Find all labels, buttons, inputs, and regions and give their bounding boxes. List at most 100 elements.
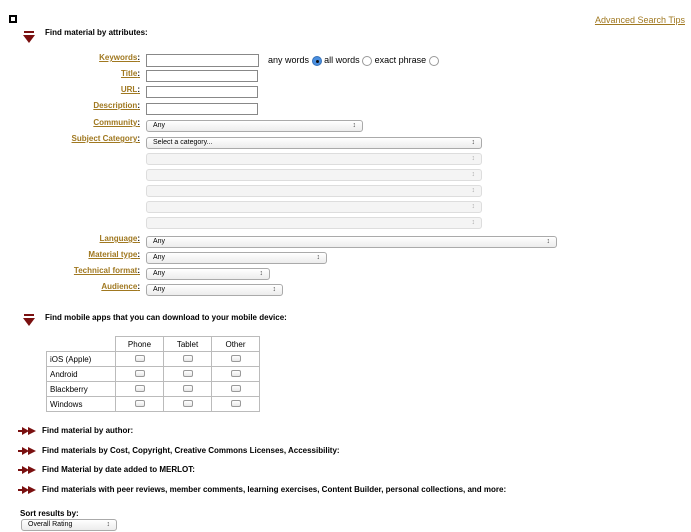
all-words-radio[interactable] bbox=[362, 55, 373, 66]
language-label: Language: bbox=[100, 234, 140, 243]
subcategory-select-1: ↕ bbox=[146, 153, 482, 165]
red-arrow-right-icon bbox=[18, 426, 36, 435]
ios-phone-checkbox[interactable] bbox=[134, 354, 145, 362]
subject-category-label-text[interactable]: Subject Category bbox=[72, 134, 138, 143]
top-checkbox[interactable] bbox=[9, 15, 17, 23]
community-label-text[interactable]: Community bbox=[93, 118, 137, 127]
keywords-label-text[interactable]: Keywords bbox=[99, 53, 137, 62]
colon: : bbox=[137, 134, 140, 143]
row-header: Windows bbox=[46, 396, 116, 412]
peer-review-section-title: Find materials with peer reviews, member… bbox=[42, 485, 507, 495]
select-arrows-icon: ↕ bbox=[316, 254, 321, 261]
blackberry-phone-checkbox[interactable] bbox=[134, 384, 145, 392]
select-arrows-icon: ↕ bbox=[106, 521, 111, 528]
url-label-text[interactable]: URL bbox=[121, 85, 137, 94]
author-section-title: Find material by author: bbox=[42, 426, 134, 436]
android-phone-checkbox[interactable] bbox=[134, 369, 145, 377]
select-arrows-icon: ↕ bbox=[272, 286, 277, 293]
sort-value: Overall Rating bbox=[28, 521, 73, 528]
subcategory-select-3: ↕ bbox=[146, 185, 482, 197]
description-label: Description: bbox=[93, 101, 140, 110]
keyword-mode-group: any words all words exact phrase bbox=[268, 55, 439, 66]
windows-phone-checkbox[interactable] bbox=[134, 399, 145, 407]
exact-phrase-label: exact phrase bbox=[374, 55, 427, 65]
subject-category-label: Subject Category: bbox=[72, 134, 140, 143]
language-label-text[interactable]: Language bbox=[100, 234, 138, 243]
audience-label-text[interactable]: Audience bbox=[101, 282, 137, 291]
any-words-radio[interactable] bbox=[311, 55, 322, 66]
colon: : bbox=[137, 250, 140, 259]
author-section-toggle[interactable]: Find material by author: bbox=[18, 425, 133, 435]
sort-select[interactable]: Overall Rating ↕ bbox=[21, 519, 117, 531]
audience-value: Any bbox=[153, 286, 166, 293]
blackberry-other-checkbox[interactable] bbox=[230, 384, 241, 392]
column-header: Tablet bbox=[163, 336, 212, 352]
android-other-checkbox[interactable] bbox=[230, 369, 241, 377]
description-input[interactable] bbox=[146, 103, 258, 115]
title-label: Title: bbox=[121, 69, 140, 78]
community-select[interactable]: Any ↕ bbox=[146, 120, 363, 132]
subject-category-select[interactable]: Select a category... ↕ bbox=[146, 137, 482, 149]
description-label-text[interactable]: Description bbox=[93, 101, 137, 110]
exact-phrase-radio[interactable] bbox=[428, 55, 439, 66]
subject-category-value: Select a category... bbox=[153, 139, 213, 146]
colon: : bbox=[137, 69, 140, 78]
attributes-section-title[interactable]: Find material by attributes: bbox=[45, 28, 148, 37]
blackberry-tablet-checkbox[interactable] bbox=[182, 384, 193, 392]
technical-format-label-text[interactable]: Technical format bbox=[74, 266, 137, 275]
any-words-label: any words bbox=[268, 55, 310, 65]
material-type-label-text[interactable]: Material type bbox=[88, 250, 137, 259]
language-value: Any bbox=[153, 238, 166, 245]
ios-other-checkbox[interactable] bbox=[230, 354, 241, 362]
ios-tablet-checkbox[interactable] bbox=[182, 354, 193, 362]
select-arrows-icon: ↕ bbox=[352, 122, 357, 129]
colon: : bbox=[137, 118, 140, 127]
community-value: Any bbox=[153, 122, 166, 129]
date-section-toggle[interactable]: Find Material by date added to MERLOT: bbox=[18, 464, 195, 474]
audience-label: Audience: bbox=[101, 282, 140, 291]
keywords-input[interactable] bbox=[146, 54, 259, 67]
select-arrows-icon: ↕ bbox=[259, 270, 264, 277]
technical-format-label: Technical format: bbox=[74, 266, 140, 275]
cost-section-toggle[interactable]: Find materials by Cost, Copyright, Creat… bbox=[18, 445, 340, 455]
title-input[interactable] bbox=[146, 70, 258, 82]
table-row: Windows bbox=[46, 396, 260, 412]
table-row: Blackberry bbox=[46, 381, 260, 397]
title-label-text[interactable]: Title bbox=[121, 69, 137, 78]
colon: : bbox=[137, 85, 140, 94]
windows-tablet-checkbox[interactable] bbox=[182, 399, 193, 407]
row-header: Blackberry bbox=[46, 381, 116, 397]
technical-format-select[interactable]: Any ↕ bbox=[146, 268, 270, 280]
select-arrows-icon: ↕ bbox=[471, 203, 476, 210]
mobile-section-title[interactable]: Find mobile apps that you can download t… bbox=[45, 313, 287, 322]
windows-other-checkbox[interactable] bbox=[230, 399, 241, 407]
table-row: iOS (Apple) bbox=[46, 351, 260, 367]
date-section-title: Find Material by date added to MERLOT: bbox=[42, 465, 195, 475]
mobile-apps-table: Phone Tablet Other iOS (Apple) Android B… bbox=[46, 336, 260, 412]
peer-review-section-toggle[interactable]: Find materials with peer reviews, member… bbox=[18, 484, 506, 494]
audience-select[interactable]: Any ↕ bbox=[146, 284, 283, 296]
url-input[interactable] bbox=[146, 86, 258, 98]
keywords-label: Keywords: bbox=[99, 53, 140, 62]
select-arrows-icon: ↕ bbox=[471, 171, 476, 178]
advanced-search-tips-link[interactable]: Advanced Search Tips bbox=[595, 15, 685, 25]
triangle-down-icon[interactable] bbox=[23, 314, 35, 326]
cost-section-title: Find materials by Cost, Copyright, Creat… bbox=[42, 446, 340, 456]
colon: : bbox=[137, 53, 140, 62]
select-arrows-icon: ↕ bbox=[546, 238, 551, 245]
url-label: URL: bbox=[121, 85, 140, 94]
colon: : bbox=[137, 234, 140, 243]
colon: : bbox=[137, 266, 140, 275]
table-corner bbox=[46, 336, 116, 352]
language-select[interactable]: Any ↕ bbox=[146, 236, 557, 248]
red-arrow-right-icon bbox=[18, 465, 36, 474]
technical-format-value: Any bbox=[153, 270, 166, 277]
android-tablet-checkbox[interactable] bbox=[182, 369, 193, 377]
select-arrows-icon: ↕ bbox=[471, 219, 476, 226]
select-arrows-icon: ↕ bbox=[471, 155, 476, 162]
triangle-down-icon[interactable] bbox=[23, 31, 35, 43]
red-arrow-right-icon bbox=[18, 446, 36, 455]
row-header: iOS (Apple) bbox=[46, 351, 116, 367]
material-type-select[interactable]: Any ↕ bbox=[146, 252, 327, 264]
column-header: Other bbox=[211, 336, 260, 352]
